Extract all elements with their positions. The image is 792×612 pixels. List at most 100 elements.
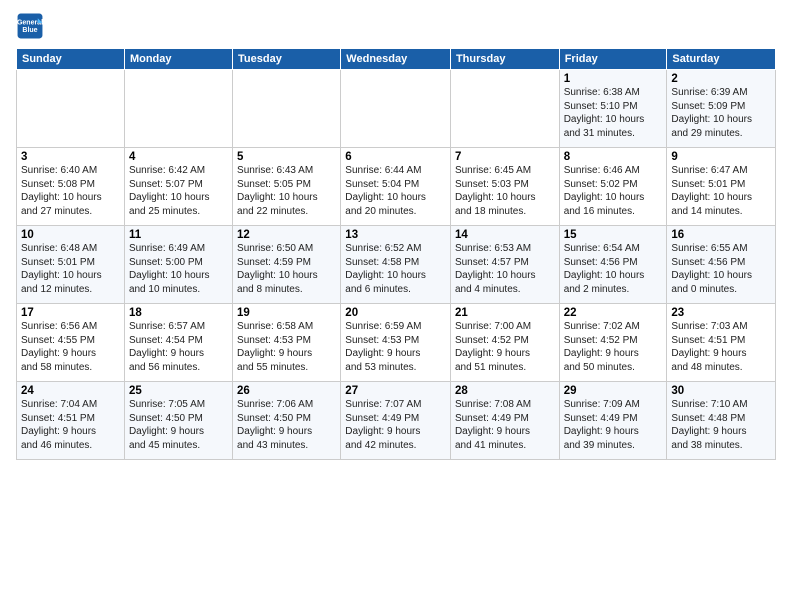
day-cell: 15Sunrise: 6:54 AM Sunset: 4:56 PM Dayli… (559, 226, 667, 304)
week-row-4: 17Sunrise: 6:56 AM Sunset: 4:55 PM Dayli… (17, 304, 776, 382)
day-cell: 20Sunrise: 6:59 AM Sunset: 4:53 PM Dayli… (341, 304, 451, 382)
day-number: 4 (129, 151, 228, 163)
day-number: 3 (21, 151, 120, 163)
day-number: 23 (671, 307, 771, 319)
weekday-header-monday: Monday (124, 49, 232, 70)
day-number: 28 (455, 385, 555, 397)
day-cell (124, 70, 232, 148)
weekday-header-thursday: Thursday (450, 49, 559, 70)
day-number: 20 (345, 307, 446, 319)
day-number: 13 (345, 229, 446, 241)
day-info: Sunrise: 6:54 AM Sunset: 4:56 PM Dayligh… (564, 242, 663, 296)
day-cell: 28Sunrise: 7:08 AM Sunset: 4:49 PM Dayli… (450, 382, 559, 460)
day-number: 15 (564, 229, 663, 241)
day-info: Sunrise: 6:40 AM Sunset: 5:08 PM Dayligh… (21, 164, 120, 218)
day-cell: 18Sunrise: 6:57 AM Sunset: 4:54 PM Dayli… (124, 304, 232, 382)
day-cell: 19Sunrise: 6:58 AM Sunset: 4:53 PM Dayli… (233, 304, 341, 382)
day-info: Sunrise: 6:50 AM Sunset: 4:59 PM Dayligh… (237, 242, 336, 296)
day-info: Sunrise: 6:46 AM Sunset: 5:02 PM Dayligh… (564, 164, 663, 218)
day-cell (17, 70, 125, 148)
day-number: 2 (671, 73, 771, 85)
day-number: 25 (129, 385, 228, 397)
day-cell: 21Sunrise: 7:00 AM Sunset: 4:52 PM Dayli… (450, 304, 559, 382)
day-cell: 17Sunrise: 6:56 AM Sunset: 4:55 PM Dayli… (17, 304, 125, 382)
day-info: Sunrise: 7:06 AM Sunset: 4:50 PM Dayligh… (237, 398, 336, 452)
day-number: 8 (564, 151, 663, 163)
day-cell: 5Sunrise: 6:43 AM Sunset: 5:05 PM Daylig… (233, 148, 341, 226)
day-number: 22 (564, 307, 663, 319)
day-number: 19 (237, 307, 336, 319)
day-cell: 13Sunrise: 6:52 AM Sunset: 4:58 PM Dayli… (341, 226, 451, 304)
day-info: Sunrise: 6:52 AM Sunset: 4:58 PM Dayligh… (345, 242, 446, 296)
day-cell: 30Sunrise: 7:10 AM Sunset: 4:48 PM Dayli… (667, 382, 776, 460)
day-info: Sunrise: 7:03 AM Sunset: 4:51 PM Dayligh… (671, 320, 771, 374)
day-number: 11 (129, 229, 228, 241)
day-cell: 14Sunrise: 6:53 AM Sunset: 4:57 PM Dayli… (450, 226, 559, 304)
svg-text:Blue: Blue (22, 27, 37, 34)
day-info: Sunrise: 7:02 AM Sunset: 4:52 PM Dayligh… (564, 320, 663, 374)
weekday-header-row: SundayMondayTuesdayWednesdayThursdayFrid… (17, 49, 776, 70)
day-cell: 2Sunrise: 6:39 AM Sunset: 5:09 PM Daylig… (667, 70, 776, 148)
day-cell (233, 70, 341, 148)
day-info: Sunrise: 6:53 AM Sunset: 4:57 PM Dayligh… (455, 242, 555, 296)
day-info: Sunrise: 7:09 AM Sunset: 4:49 PM Dayligh… (564, 398, 663, 452)
day-number: 16 (671, 229, 771, 241)
day-number: 29 (564, 385, 663, 397)
day-cell: 10Sunrise: 6:48 AM Sunset: 5:01 PM Dayli… (17, 226, 125, 304)
calendar-table: SundayMondayTuesdayWednesdayThursdayFrid… (16, 48, 776, 460)
day-number: 26 (237, 385, 336, 397)
day-number: 5 (237, 151, 336, 163)
day-cell: 11Sunrise: 6:49 AM Sunset: 5:00 PM Dayli… (124, 226, 232, 304)
day-cell: 25Sunrise: 7:05 AM Sunset: 4:50 PM Dayli… (124, 382, 232, 460)
day-info: Sunrise: 6:59 AM Sunset: 4:53 PM Dayligh… (345, 320, 446, 374)
day-cell: 6Sunrise: 6:44 AM Sunset: 5:04 PM Daylig… (341, 148, 451, 226)
day-info: Sunrise: 6:58 AM Sunset: 4:53 PM Dayligh… (237, 320, 336, 374)
day-number: 21 (455, 307, 555, 319)
day-number: 10 (21, 229, 120, 241)
day-cell: 29Sunrise: 7:09 AM Sunset: 4:49 PM Dayli… (559, 382, 667, 460)
logo: General Blue (16, 12, 48, 40)
day-info: Sunrise: 7:10 AM Sunset: 4:48 PM Dayligh… (671, 398, 771, 452)
day-info: Sunrise: 6:43 AM Sunset: 5:05 PM Dayligh… (237, 164, 336, 218)
day-cell (341, 70, 451, 148)
day-number: 18 (129, 307, 228, 319)
day-number: 14 (455, 229, 555, 241)
day-number: 12 (237, 229, 336, 241)
day-cell: 24Sunrise: 7:04 AM Sunset: 4:51 PM Dayli… (17, 382, 125, 460)
weekday-header-friday: Friday (559, 49, 667, 70)
day-info: Sunrise: 7:05 AM Sunset: 4:50 PM Dayligh… (129, 398, 228, 452)
day-info: Sunrise: 6:47 AM Sunset: 5:01 PM Dayligh… (671, 164, 771, 218)
day-cell: 9Sunrise: 6:47 AM Sunset: 5:01 PM Daylig… (667, 148, 776, 226)
day-cell: 26Sunrise: 7:06 AM Sunset: 4:50 PM Dayli… (233, 382, 341, 460)
day-cell: 27Sunrise: 7:07 AM Sunset: 4:49 PM Dayli… (341, 382, 451, 460)
day-number: 27 (345, 385, 446, 397)
weekday-header-wednesday: Wednesday (341, 49, 451, 70)
day-info: Sunrise: 6:49 AM Sunset: 5:00 PM Dayligh… (129, 242, 228, 296)
day-info: Sunrise: 7:00 AM Sunset: 4:52 PM Dayligh… (455, 320, 555, 374)
day-number: 17 (21, 307, 120, 319)
day-info: Sunrise: 6:39 AM Sunset: 5:09 PM Dayligh… (671, 86, 771, 140)
day-info: Sunrise: 6:44 AM Sunset: 5:04 PM Dayligh… (345, 164, 446, 218)
day-number: 6 (345, 151, 446, 163)
day-cell: 1Sunrise: 6:38 AM Sunset: 5:10 PM Daylig… (559, 70, 667, 148)
day-cell: 8Sunrise: 6:46 AM Sunset: 5:02 PM Daylig… (559, 148, 667, 226)
day-number: 1 (564, 73, 663, 85)
day-info: Sunrise: 6:57 AM Sunset: 4:54 PM Dayligh… (129, 320, 228, 374)
day-info: Sunrise: 6:55 AM Sunset: 4:56 PM Dayligh… (671, 242, 771, 296)
day-cell: 12Sunrise: 6:50 AM Sunset: 4:59 PM Dayli… (233, 226, 341, 304)
week-row-1: 1Sunrise: 6:38 AM Sunset: 5:10 PM Daylig… (17, 70, 776, 148)
day-info: Sunrise: 7:04 AM Sunset: 4:51 PM Dayligh… (21, 398, 120, 452)
weekday-header-sunday: Sunday (17, 49, 125, 70)
day-number: 24 (21, 385, 120, 397)
day-cell: 23Sunrise: 7:03 AM Sunset: 4:51 PM Dayli… (667, 304, 776, 382)
day-number: 9 (671, 151, 771, 163)
day-number: 30 (671, 385, 771, 397)
day-cell: 7Sunrise: 6:45 AM Sunset: 5:03 PM Daylig… (450, 148, 559, 226)
week-row-3: 10Sunrise: 6:48 AM Sunset: 5:01 PM Dayli… (17, 226, 776, 304)
day-cell: 3Sunrise: 6:40 AM Sunset: 5:08 PM Daylig… (17, 148, 125, 226)
header: General Blue (16, 12, 776, 40)
week-row-5: 24Sunrise: 7:04 AM Sunset: 4:51 PM Dayli… (17, 382, 776, 460)
calendar-page: General Blue SundayMondayTuesdayWednesda… (0, 0, 792, 612)
weekday-header-tuesday: Tuesday (233, 49, 341, 70)
day-cell: 4Sunrise: 6:42 AM Sunset: 5:07 PM Daylig… (124, 148, 232, 226)
